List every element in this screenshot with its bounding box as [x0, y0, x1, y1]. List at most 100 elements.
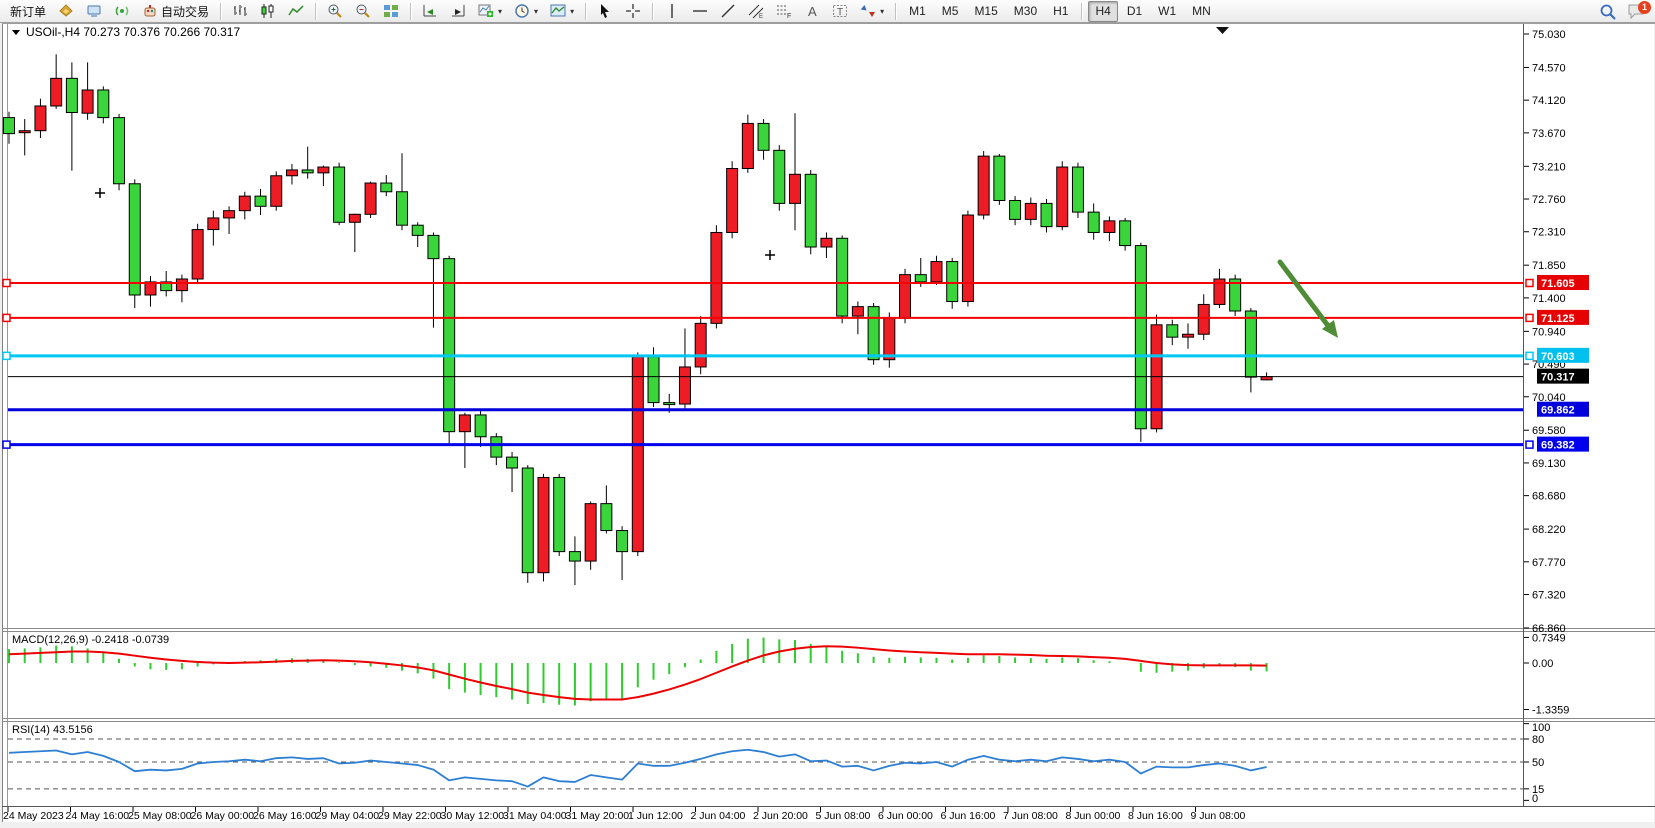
zoom-out-button[interactable] — [350, 0, 376, 22]
autotrade-robot-icon — [142, 3, 158, 19]
terminal-button[interactable] — [81, 0, 107, 22]
notification-badge[interactable]: 1 — [1638, 1, 1651, 14]
timeframe-button-m30[interactable]: M30 — [1007, 1, 1044, 22]
vertical-line-icon — [664, 3, 680, 19]
price-tick-label: 67.770 — [1532, 557, 1566, 569]
trendline-tool-button[interactable] — [715, 0, 741, 22]
timeframe-button-h4[interactable]: H4 — [1088, 1, 1117, 22]
candle-body — [522, 468, 533, 573]
cursor-tool-button[interactable] — [592, 0, 618, 22]
search-icon[interactable] — [1599, 3, 1617, 21]
new-order-button[interactable]: 新订单 — [5, 0, 51, 22]
candle-body — [35, 106, 46, 131]
tile-windows-button[interactable] — [378, 0, 404, 22]
candle-body — [475, 415, 486, 437]
line-handle[interactable] — [1526, 279, 1533, 286]
mt4-window: 新订单 自动交易 — [0, 0, 1655, 828]
line-handle[interactable] — [3, 352, 10, 359]
template-chart-icon — [550, 3, 566, 19]
candle-body — [51, 78, 62, 106]
price-tag-label: 69.382 — [1541, 440, 1575, 452]
candle-body — [837, 238, 848, 316]
timeframe-button-mn[interactable]: MN — [1185, 1, 1218, 22]
zoom-in-button[interactable] — [322, 0, 348, 22]
crosshair-tool-button[interactable] — [620, 0, 646, 22]
text-tool-button[interactable]: A — [799, 0, 825, 22]
candlestick-chart-button[interactable] — [255, 0, 281, 22]
candle-body — [538, 477, 549, 572]
deposit-button[interactable] — [53, 0, 79, 22]
timeframe-button-w1[interactable]: W1 — [1151, 1, 1183, 22]
macd-label: MACD(12,26,9) -0.2418 -0.0739 — [12, 634, 169, 646]
macd-tick-label: 0.00 — [1532, 658, 1553, 670]
candle-body — [868, 307, 879, 360]
price-tick-label: 68.220 — [1532, 524, 1566, 536]
fibonacci-tool-button[interactable]: F — [771, 0, 797, 22]
timeframe-button-m15[interactable]: M15 — [967, 1, 1004, 22]
price-tag-label: 71.125 — [1541, 313, 1575, 325]
hline-tool-button[interactable] — [687, 0, 713, 22]
candle-body — [711, 232, 722, 323]
channel-tool-button[interactable]: E — [743, 0, 769, 22]
timeframe-button-d1[interactable]: D1 — [1120, 1, 1149, 22]
auto-trading-button[interactable]: 自动交易 — [137, 0, 214, 22]
candle-body — [192, 230, 203, 279]
candle-body — [994, 156, 1005, 200]
auto-trading-label: 自动交易 — [161, 3, 209, 20]
price-tick-label: 70.940 — [1532, 326, 1566, 338]
toolbar-separator — [1081, 3, 1082, 20]
line-handle[interactable] — [1526, 441, 1533, 448]
chart-canvas[interactable]: USOil-,H4 70.273 70.376 70.266 70.317 MA… — [0, 0, 1655, 828]
candle-body — [82, 90, 93, 113]
vline-tool-button[interactable] — [659, 0, 685, 22]
time-tick-label: 1 Jun 12:00 — [628, 810, 683, 822]
bar-chart-icon — [232, 3, 248, 19]
trendline-icon — [720, 3, 736, 19]
chart-shift-icon — [450, 3, 466, 19]
zoom-in-icon — [327, 3, 343, 19]
price-tick-label: 67.320 — [1532, 590, 1566, 602]
arrows-tool-button[interactable]: ▾ — [855, 0, 889, 22]
macd-tick-label: -1.3359 — [1532, 704, 1569, 716]
toolbar-separator — [652, 3, 653, 20]
timeframe-button-h1[interactable]: H1 — [1046, 1, 1075, 22]
candle-body — [569, 552, 580, 561]
signal-button[interactable] — [109, 0, 135, 22]
timeframe-button-m5[interactable]: M5 — [935, 1, 966, 22]
candle-body — [255, 196, 266, 206]
price-tick-label: 73.670 — [1532, 128, 1566, 140]
candle-body — [790, 174, 801, 203]
price-tick-label: 74.570 — [1532, 62, 1566, 74]
candle-body — [585, 504, 596, 561]
timeframe-button-m1[interactable]: M1 — [902, 1, 933, 22]
candle-body — [679, 367, 690, 404]
candle-body — [208, 218, 219, 230]
svg-text:T: T — [837, 7, 843, 18]
time-tick-label: 26 May 16:00 — [253, 810, 317, 822]
chevron-down-icon: ▾ — [498, 7, 502, 16]
time-tick-label: 24 May 16:00 — [66, 810, 130, 822]
line-handle[interactable] — [3, 279, 10, 286]
line-chart-button[interactable] — [283, 0, 309, 22]
chart-shift-button[interactable] — [445, 0, 471, 22]
notifications-button[interactable]: 1 — [1627, 2, 1647, 22]
bar-chart-button[interactable] — [227, 0, 253, 22]
candle-body — [66, 78, 77, 112]
candle-body — [1167, 325, 1178, 337]
line-handle[interactable] — [3, 441, 10, 448]
time-tick-label: 2 Jun 04:00 — [691, 810, 746, 822]
line-handle[interactable] — [3, 314, 10, 321]
indicators-button[interactable]: ▾ — [473, 0, 507, 22]
candle-body — [962, 215, 973, 302]
candle-body — [742, 123, 753, 168]
price-tick-label: 72.760 — [1532, 194, 1566, 206]
candle-body — [601, 504, 612, 531]
chart-forward-button[interactable] — [417, 0, 443, 22]
line-handle[interactable] — [1526, 314, 1533, 321]
label-tool-button[interactable]: T — [827, 0, 853, 22]
terminal-icon — [86, 3, 102, 19]
candle-body — [98, 90, 109, 118]
templates-button[interactable]: ▾ — [545, 0, 579, 22]
candle-body — [1198, 304, 1209, 334]
timeframes-menu-button[interactable]: ▾ — [509, 0, 543, 22]
